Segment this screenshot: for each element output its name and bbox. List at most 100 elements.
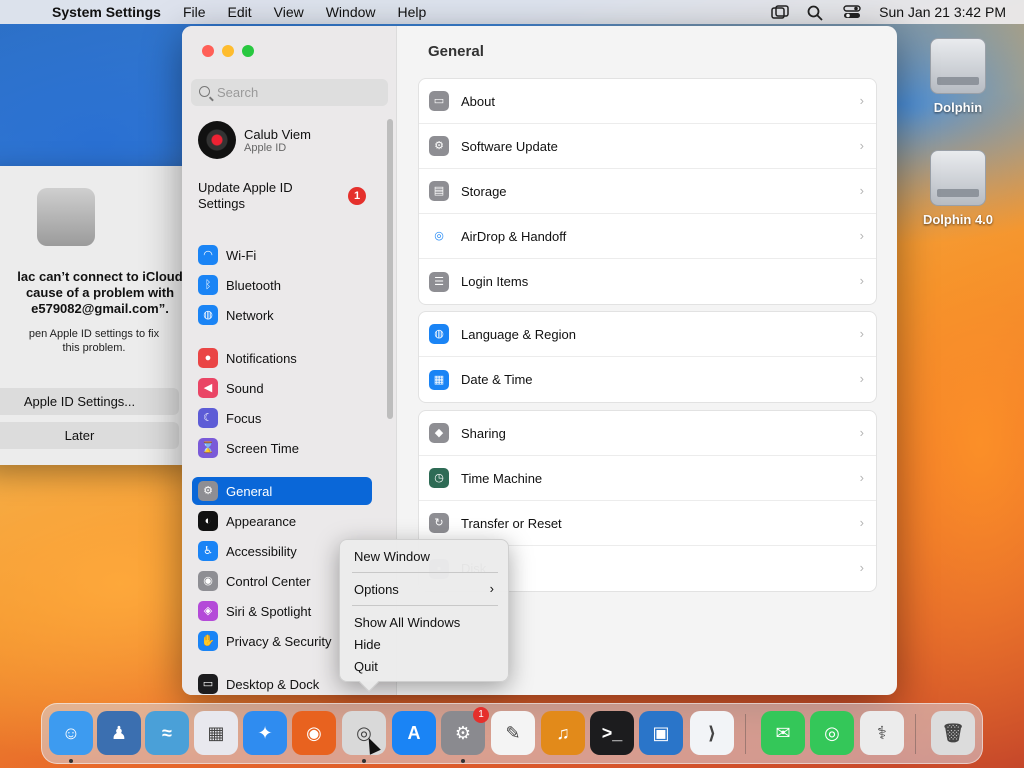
search-input[interactable]: Search xyxy=(191,79,388,106)
chevron-right-icon: › xyxy=(859,425,864,440)
dock-icon: ▭ xyxy=(198,674,218,694)
sidebar-item-label: Network xyxy=(226,307,274,323)
page-title: General xyxy=(428,43,484,60)
settings-row-label: AirDrop & Handoff xyxy=(461,228,567,244)
apple-id-account[interactable]: Calub Viem Apple ID xyxy=(198,121,311,159)
messages-icon[interactable]: ✉ xyxy=(761,711,805,755)
menu-item-new-window[interactable]: New Window xyxy=(354,549,430,564)
dolphin-app-icon[interactable]: ♟ xyxy=(97,711,141,755)
system-settings-window: Search Calub Viem Apple ID Update Apple … xyxy=(182,26,897,695)
calendar-icon: ▦ xyxy=(429,369,449,390)
minimize-window-button[interactable] xyxy=(222,45,234,57)
hourglass-icon: ⌛ xyxy=(198,438,218,458)
sidebar-item-sound[interactable]: ◀ Sound xyxy=(192,374,372,402)
settings-row-language-region[interactable]: ◍ Language & Region › xyxy=(419,312,876,357)
menubar-clock[interactable]: Sun Jan 21 3:42 PM xyxy=(879,4,1006,20)
gear-icon: ⚙ xyxy=(198,481,218,501)
sidebar-scrollbar[interactable] xyxy=(387,119,393,419)
control-center-icon[interactable] xyxy=(843,5,861,19)
speaker-icon: ◀ xyxy=(198,378,218,398)
account-name: Calub Viem xyxy=(244,126,311,142)
sidebar-item-label: Bluetooth xyxy=(226,277,281,293)
vscode-icon[interactable]: ⟩ xyxy=(690,711,734,755)
garageband-icon[interactable]: ♫ xyxy=(541,711,585,755)
globe-icon: ◍ xyxy=(429,324,449,344)
bell-icon: ● xyxy=(198,348,218,368)
remote-desktop-icon[interactable]: ▣ xyxy=(639,711,683,755)
textedit-icon[interactable]: ✎ xyxy=(491,711,535,755)
settings-row-label: Transfer or Reset xyxy=(461,515,562,531)
globe-icon: ◍ xyxy=(198,305,218,325)
menu-edit[interactable]: Edit xyxy=(228,4,252,20)
menu-item-show-all-windows[interactable]: Show All Windows xyxy=(354,615,460,630)
gear-badge-icon: ⚙ xyxy=(429,136,449,156)
close-window-button[interactable] xyxy=(202,45,214,57)
chevron-right-icon: › xyxy=(859,515,864,530)
update-apple-id-settings[interactable]: Update Apple ID Settings xyxy=(198,180,328,212)
menu-view[interactable]: View xyxy=(274,4,304,20)
sidebar-item-general[interactable]: ⚙ General xyxy=(192,477,372,505)
later-button[interactable]: Later xyxy=(0,422,179,449)
siri-icon: ◈ xyxy=(198,601,218,621)
sidebar-item-appearance[interactable]: ◐ Appearance xyxy=(192,507,372,535)
launchpad-icon[interactable]: ▦ xyxy=(194,711,238,755)
sidebar-item-label: Appearance xyxy=(226,513,297,529)
menu-help[interactable]: Help xyxy=(398,4,427,20)
settings-row-airdrop-handoff[interactable]: ◎ AirDrop & Handoff › xyxy=(419,214,876,259)
chevron-right-icon: › xyxy=(859,93,864,108)
sidebar-item-label: Privacy & Security xyxy=(226,633,332,649)
chevron-right-icon: › xyxy=(489,581,494,596)
terminal-icon[interactable]: >_ xyxy=(590,711,634,755)
firefox-icon[interactable]: ◉ xyxy=(292,711,336,755)
dock-separator xyxy=(745,714,746,754)
running-indicator xyxy=(69,759,73,763)
chevron-right-icon: › xyxy=(859,470,864,485)
sidebar-item-notifications[interactable]: ● Notifications xyxy=(192,344,372,372)
spotlight-search-icon[interactable] xyxy=(807,5,825,21)
settings-row-login-items[interactable]: ☰ Login Items › xyxy=(419,259,876,304)
menu-window[interactable]: Window xyxy=(326,4,376,20)
settings-row-sharing[interactable]: ◆ Sharing › xyxy=(419,411,876,456)
app-menu[interactable]: System Settings xyxy=(52,4,161,20)
trash-icon[interactable]: 🗑 xyxy=(931,711,975,755)
settings-row-software-update[interactable]: ⚙ Software Update › xyxy=(419,124,876,169)
menu-item-quit[interactable]: Quit xyxy=(354,659,378,674)
settings-group-locale: ◍ Language & Region › ▦ Date & Time › xyxy=(418,311,877,403)
sidebar-item-focus[interactable]: ☾ Focus xyxy=(192,404,372,432)
settings-row-about[interactable]: ▭ About › xyxy=(419,79,876,124)
sidebar-item-wi-fi[interactable]: ◠ Wi-Fi xyxy=(192,241,372,269)
disk-utility-icon[interactable]: ⚕ xyxy=(860,711,904,755)
hand-icon: ✋ xyxy=(198,631,218,651)
settings-row-date-time[interactable]: ▦ Date & Time › xyxy=(419,357,876,402)
list-icon: ☰ xyxy=(429,271,449,292)
sidebar-item-bluetooth[interactable]: ᛒ Bluetooth xyxy=(192,271,372,299)
dolphin-emulator-icon[interactable]: ≈ xyxy=(145,711,189,755)
desktop-icon-dolphin[interactable]: Dolphin xyxy=(913,38,1003,115)
desktop-icon-dolphin-4[interactable]: Dolphin 4.0 xyxy=(913,150,1003,227)
sidebar-item-label: Notifications xyxy=(226,350,297,366)
sidebar-item-network[interactable]: ◍ Network xyxy=(192,301,372,329)
airdrop-icon: ◎ xyxy=(429,226,449,246)
settings-row-storage[interactable]: ▤ Storage › xyxy=(419,169,876,214)
apple-id-settings-button[interactable]: Apple ID Settings... xyxy=(0,388,179,415)
safari-icon[interactable]: ✦ xyxy=(243,711,287,755)
chevron-right-icon: › xyxy=(859,560,864,575)
settings-row-label: Storage xyxy=(461,183,507,199)
find-my-icon[interactable]: ◎ xyxy=(810,711,854,755)
stage-manager-icon[interactable] xyxy=(771,5,789,19)
drive-icon xyxy=(930,150,986,206)
menu-item-options[interactable]: Options xyxy=(354,582,399,597)
icloud-alert-dialog: lac can’t connect to iCloud cause of a p… xyxy=(0,166,195,465)
running-indicator xyxy=(461,759,465,763)
settings-row-time-machine[interactable]: ◷ Time Machine › xyxy=(419,456,876,501)
zoom-window-button[interactable] xyxy=(242,45,254,57)
sidebar-item-screen-time[interactable]: ⌛ Screen Time xyxy=(192,434,372,462)
sidebar-item-label: General xyxy=(226,483,273,499)
menu-item-hide[interactable]: Hide xyxy=(354,637,381,652)
update-badge: 1 xyxy=(348,187,366,205)
finder-icon[interactable]: ☺ xyxy=(49,711,93,755)
menu-bar: System Settings File Edit View Window He… xyxy=(0,0,1024,24)
avatar xyxy=(198,121,236,159)
menu-file[interactable]: File xyxy=(183,4,206,20)
app-store-icon[interactable]: A xyxy=(392,711,436,755)
